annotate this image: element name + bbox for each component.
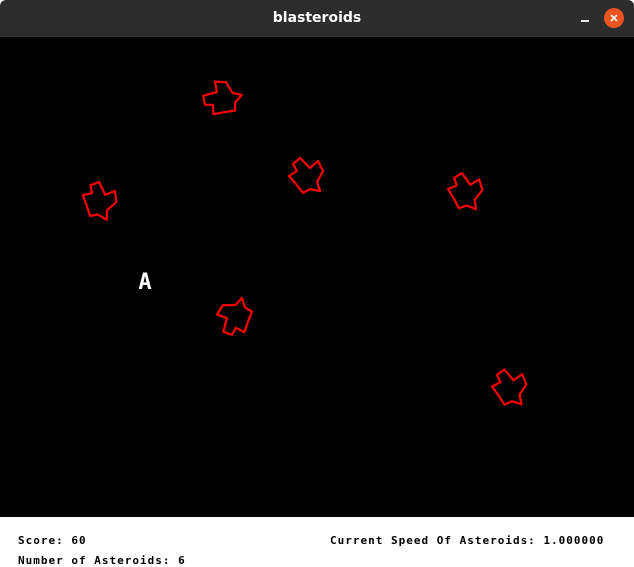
score-label: Score:: [18, 534, 64, 547]
app-window: blasteroids A Score: 60 Current Speed Of…: [0, 0, 634, 567]
speed-readout: Current Speed Of Asteroids: 1.000000: [330, 534, 604, 547]
player-ship: A: [138, 270, 151, 295]
asteroid: [210, 293, 261, 343]
title-bar[interactable]: blasteroids: [0, 0, 634, 37]
close-button[interactable]: [604, 8, 624, 28]
asteroid: [489, 367, 529, 408]
status-panel: Score: 60 Current Speed Of Asteroids: 1.…: [0, 517, 634, 567]
asteroid: [75, 177, 122, 224]
asteroid: [444, 170, 486, 213]
asteroid: [196, 74, 247, 124]
asteroid: [287, 156, 325, 195]
asteroid-count-label: Number of Asteroids:: [18, 554, 171, 567]
game-playfield: A: [75, 74, 529, 408]
speed-label: Current Speed Of Asteroids:: [330, 534, 536, 547]
asteroid-count-readout: Number of Asteroids: 6: [18, 554, 186, 567]
minimize-button[interactable]: [576, 9, 596, 29]
asteroid-count-value: 6: [178, 554, 186, 567]
window-title: blasteroids: [272, 10, 362, 26]
speed-value: 1.000000: [543, 534, 605, 547]
close-icon: [610, 14, 618, 22]
game-canvas[interactable]: A: [0, 37, 634, 517]
score-value: 60: [71, 534, 87, 547]
score-readout: Score: 60: [18, 534, 87, 547]
